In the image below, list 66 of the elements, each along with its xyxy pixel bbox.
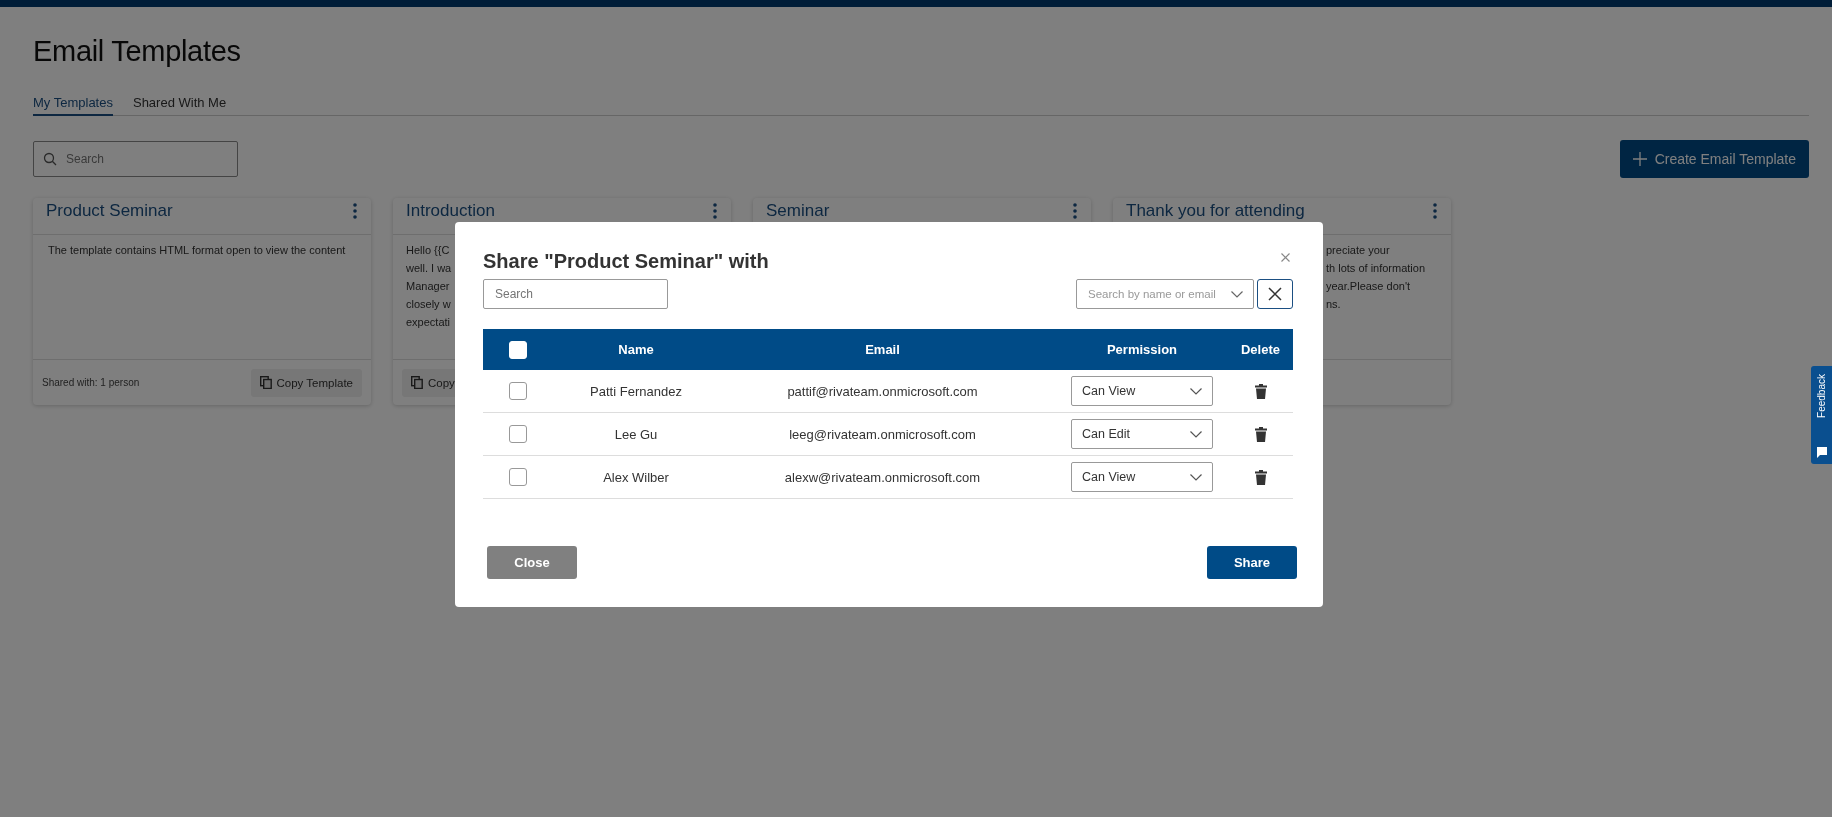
people-picker[interactable]: Search by name or email: [1076, 279, 1254, 309]
copy-template-button[interactable]: Copy Template: [250, 368, 362, 397]
trash-icon: [1254, 426, 1267, 442]
close-button[interactable]: Close: [487, 546, 577, 579]
card-text: Manager: [406, 279, 450, 294]
clear-button[interactable]: [1257, 279, 1293, 309]
table-cell: pattif@rivateam.onmicrosoft.com: [787, 383, 978, 399]
feedback-tab[interactable]: Feedback: [1811, 366, 1832, 464]
close-icon: [1268, 287, 1282, 301]
permission-dropdown[interactable]: Can View: [1071, 376, 1213, 406]
kebab-menu-icon: [1433, 203, 1437, 219]
card-text: th lots of information: [1326, 261, 1426, 276]
table-cell: Patti Fernandez: [590, 383, 682, 399]
card-title[interactable]: Seminar: [766, 202, 830, 220]
card-text: well. I wa: [406, 261, 452, 276]
plus-icon: [1632, 152, 1647, 166]
search-icon: [43, 152, 57, 166]
row-checkbox[interactable]: [509, 468, 527, 486]
column-header: Permission: [1106, 342, 1178, 357]
dialog-title: Share "Product Seminar" with: [483, 250, 769, 273]
chevron-down-icon: [1231, 290, 1243, 298]
row-checkbox[interactable]: [509, 382, 527, 400]
tab[interactable]: Shared With Me: [132, 93, 227, 116]
search-field[interactable]: Search: [483, 279, 668, 309]
kebab-menu-icon: [353, 203, 357, 219]
card-text: preciate your: [1326, 243, 1390, 258]
kebab-menu-icon: [713, 203, 717, 219]
card-text: expectati: [406, 315, 451, 330]
chevron-down-icon: [1190, 430, 1202, 438]
page-title: Email Templates: [33, 34, 242, 69]
kebab-menu-icon: [1073, 203, 1077, 219]
card-text: closely w: [406, 297, 451, 312]
trash-icon: [1254, 469, 1267, 485]
permission-dropdown[interactable]: Can Edit: [1071, 419, 1213, 449]
card-title[interactable]: Product Seminar: [46, 202, 173, 220]
shared-with-text: Shared with: 1 person: [42, 377, 140, 388]
delete-button[interactable]: [1254, 469, 1267, 485]
copy-icon: [411, 376, 423, 389]
table-cell: Alex Wilber: [603, 469, 669, 485]
column-header: Delete: [1241, 342, 1280, 357]
table-cell: Lee Gu: [614, 426, 658, 442]
card-text: year.Please don't: [1326, 279, 1411, 294]
column-header: Email: [865, 342, 900, 357]
chevron-down-icon: [1190, 473, 1202, 481]
create-template-button[interactable]: Create Email Template: [1619, 140, 1809, 178]
chevron-down-icon: [1190, 387, 1202, 395]
card-title[interactable]: Introduction: [406, 202, 495, 220]
select-all-checkbox[interactable]: [509, 340, 527, 359]
column-header: Name: [618, 342, 654, 357]
permission-dropdown[interactable]: Can View: [1071, 462, 1213, 492]
delete-button[interactable]: [1254, 426, 1267, 442]
card-text: The template contains HTML format open to view the content: [47, 243, 346, 258]
copy-icon: [259, 376, 272, 389]
card-text: ns.: [1326, 297, 1341, 312]
close-icon: [1281, 253, 1290, 262]
chat-icon: [1815, 446, 1828, 458]
share-button[interactable]: Share: [1207, 546, 1297, 579]
tab[interactable]: My Templates: [33, 93, 113, 116]
trash-icon: [1254, 383, 1267, 399]
row-checkbox[interactable]: [509, 425, 527, 443]
delete-button[interactable]: [1254, 383, 1267, 399]
table-cell: leeg@rivateam.onmicrosoft.com: [789, 426, 976, 442]
table-cell: alexw@rivateam.onmicrosoft.com: [784, 469, 981, 485]
card-title[interactable]: Thank you for attending: [1126, 202, 1305, 220]
card-text: Hello {{C: [406, 243, 450, 258]
search-field[interactable]: Search: [33, 141, 238, 177]
